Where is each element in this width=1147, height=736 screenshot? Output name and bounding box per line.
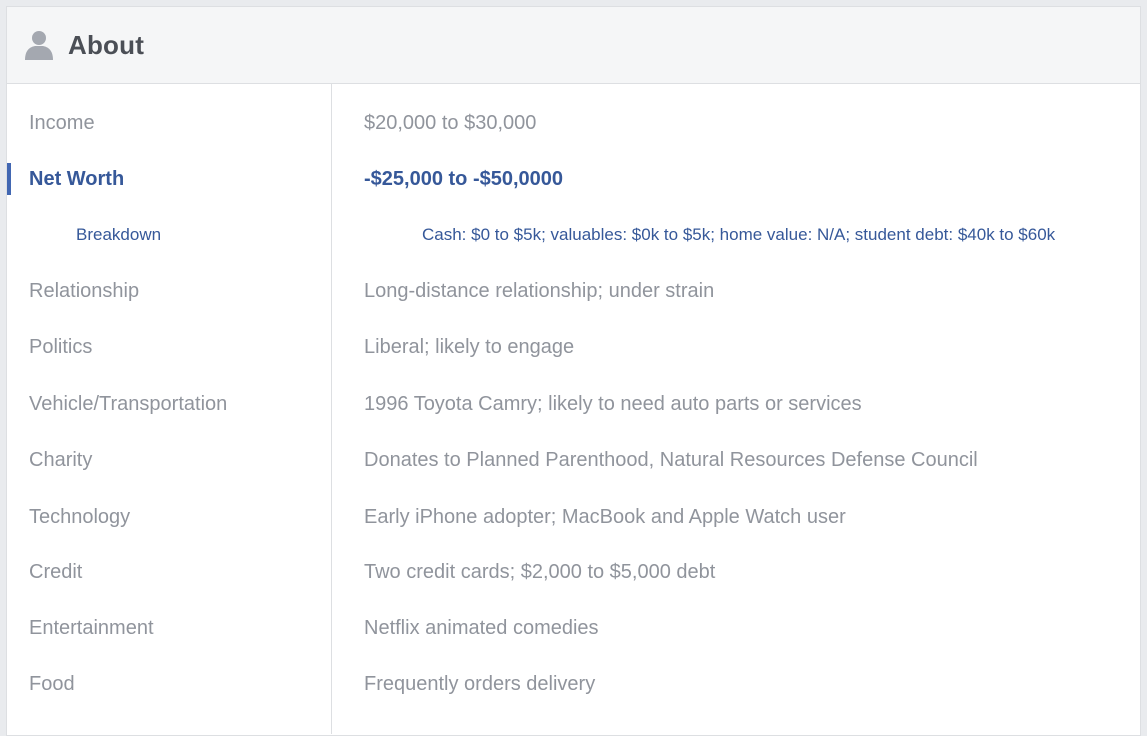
income-value: $20,000 to $30,000 <box>364 111 537 134</box>
charity-label: Charity <box>29 448 93 471</box>
row-net-worth[interactable]: Net Worth -$25,000 to -$50,0000 <box>7 159 1140 199</box>
row-food[interactable]: Food Frequently orders delivery <box>7 664 1140 704</box>
charity-value: Donates to Planned Parenthood, Natural R… <box>364 448 978 471</box>
breakdown-label: Breakdown <box>76 225 162 244</box>
relationship-value: Long-distance relationship; under strain <box>364 279 715 302</box>
vehicle-value: 1996 Toyota Camry; likely to need auto p… <box>364 392 862 415</box>
income-label: Income <box>29 111 95 134</box>
vehicle-label: Vehicle/Transportation <box>29 392 228 415</box>
net-worth-label: Net Worth <box>29 167 125 190</box>
row-technology[interactable]: Technology Early iPhone adopter; MacBook… <box>7 497 1140 537</box>
politics-label: Politics <box>29 335 93 358</box>
credit-value: Two credit cards; $2,000 to $5,000 debt <box>364 560 716 583</box>
about-header: About <box>7 7 1140 84</box>
about-card: About Income $20,000 to $30,000 Net Wort… <box>6 6 1141 736</box>
food-value: Frequently orders delivery <box>364 672 596 695</box>
row-politics[interactable]: Politics Liberal; likely to engage <box>7 327 1140 367</box>
entertainment-value: Netflix animated comedies <box>364 616 599 639</box>
technology-value: Early iPhone adopter; MacBook and Apple … <box>364 505 846 528</box>
active-indicator <box>7 163 11 195</box>
user-silhouette-icon <box>25 31 53 60</box>
page-title: About <box>68 29 145 60</box>
politics-value: Liberal; likely to engage <box>364 335 575 358</box>
row-breakdown[interactable]: Breakdown Cash: $0 to $5k; valuables: $0… <box>7 215 1140 255</box>
row-credit[interactable]: Credit Two credit cards; $2,000 to $5,00… <box>7 552 1140 592</box>
about-content: Income $20,000 to $30,000 Net Worth -$25… <box>7 84 1140 734</box>
net-worth-value: -$25,000 to -$50,0000 <box>364 167 564 190</box>
entertainment-label: Entertainment <box>29 616 154 639</box>
row-entertainment[interactable]: Entertainment Netflix animated comedies <box>7 608 1140 648</box>
row-charity[interactable]: Charity Donates to Planned Parenthood, N… <box>7 440 1140 480</box>
row-vehicle[interactable]: Vehicle/Transportation 1996 Toyota Camry… <box>7 384 1140 424</box>
technology-label: Technology <box>29 505 131 528</box>
credit-label: Credit <box>29 560 83 583</box>
breakdown-value: Cash: $0 to $5k; valuables: $0k to $5k; … <box>422 225 1056 244</box>
food-label: Food <box>29 672 75 695</box>
row-income[interactable]: Income $20,000 to $30,000 <box>7 103 1140 143</box>
relationship-label: Relationship <box>29 279 140 302</box>
row-relationship[interactable]: Relationship Long-distance relationship;… <box>7 271 1140 311</box>
